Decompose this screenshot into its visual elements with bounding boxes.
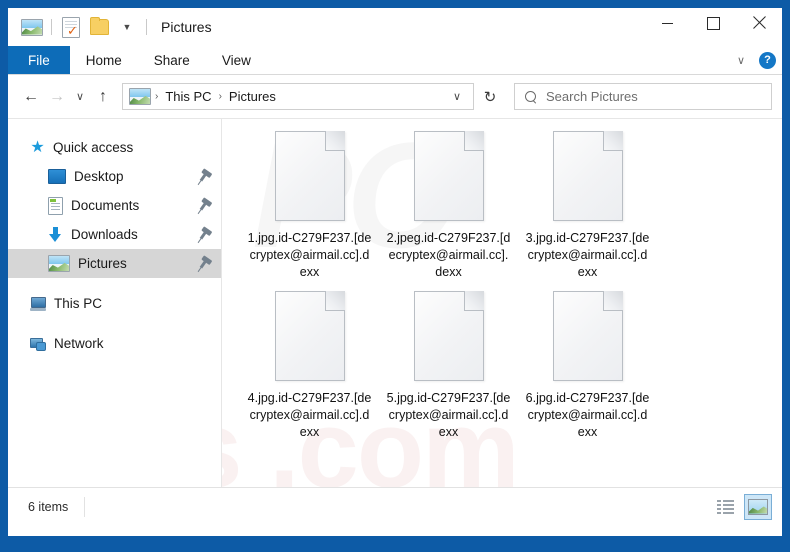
picture-icon[interactable] xyxy=(18,14,46,40)
pin-icon[interactable] xyxy=(199,258,208,269)
details-view-button[interactable] xyxy=(712,495,738,519)
minimize-button[interactable] xyxy=(644,8,690,38)
blank-file-icon xyxy=(552,291,623,381)
ribbon-right-controls: ∨ ? xyxy=(731,46,776,74)
address-chevron-down-icon[interactable]: ∨ xyxy=(445,90,469,103)
file-item[interactable]: 5.jpg.id-C279F237.[decryptex@airmail.cc]… xyxy=(379,291,518,441)
blank-file-icon xyxy=(413,131,484,221)
ribbon-tabs: File Home Share View ∨ ? xyxy=(8,46,782,75)
sidebar-item-label: Network xyxy=(54,336,104,351)
file-item[interactable]: 4.jpg.id-C279F237.[decryptex@airmail.cc]… xyxy=(240,291,379,441)
status-divider xyxy=(84,496,86,517)
navigation-pane: ★ Quick access Desktop Documents Downloa… xyxy=(8,119,221,487)
forward-button[interactable]: → xyxy=(44,84,70,110)
toolbar-divider-2 xyxy=(146,19,147,35)
address-picture-icon xyxy=(129,88,151,105)
file-item[interactable]: 3.jpg.id-C279F237.[decryptex@airmail.cc]… xyxy=(518,131,657,281)
window-title: Pictures xyxy=(161,19,212,35)
documents-icon xyxy=(48,196,63,215)
sidebar-item-label: Downloads xyxy=(71,227,138,242)
file-list-pane[interactable]: PC ris .com 1.jpg.id-C279F237.[decryptex… xyxy=(221,119,782,487)
help-icon[interactable]: ? xyxy=(759,51,776,69)
breadcrumb-pictures[interactable]: Pictures xyxy=(226,89,279,104)
file-item[interactable]: 6.jpg.id-C279F237.[decryptex@airmail.cc]… xyxy=(518,291,657,441)
blank-file-icon xyxy=(552,131,623,221)
network-icon xyxy=(30,337,46,351)
blank-file-icon xyxy=(413,291,484,381)
file-name: 1.jpg.id-C279F237.[decryptex@airmail.cc]… xyxy=(247,231,372,279)
sidebar-item-label: This PC xyxy=(54,296,103,311)
sidebar-item-quick-access[interactable]: ★ Quick access xyxy=(8,133,221,162)
title-bar: ✓ ▼ Pictures xyxy=(8,8,782,46)
file-name: 3.jpg.id-C279F237.[decryptex@airmail.cc]… xyxy=(525,231,650,279)
pictures-icon xyxy=(48,255,70,272)
item-count-label: 6 items xyxy=(28,499,69,514)
address-bar[interactable]: › This PC › Pictures ∨ xyxy=(122,83,474,110)
main-area: ★ Quick access Desktop Documents Downloa… xyxy=(8,119,782,487)
tab-home[interactable]: Home xyxy=(70,46,138,74)
sidebar-item-desktop[interactable]: Desktop xyxy=(8,162,221,191)
navigation-bar: ← → ∨ ↑ › This PC › Pictures ∨ ↻ Search … xyxy=(8,75,782,119)
file-name: 5.jpg.id-C279F237.[decryptex@airmail.cc]… xyxy=(386,391,511,439)
close-button[interactable] xyxy=(736,8,782,38)
file-grid: 1.jpg.id-C279F237.[decryptex@airmail.cc]… xyxy=(222,119,782,451)
status-bar: 6 items xyxy=(8,487,782,525)
blank-file-icon xyxy=(274,131,345,221)
chevron-down-icon[interactable]: ∨ xyxy=(731,54,751,67)
sidebar-item-documents[interactable]: Documents xyxy=(8,191,221,220)
downloads-icon xyxy=(48,227,63,242)
new-folder-icon[interactable] xyxy=(85,14,113,40)
file-item[interactable]: 2.jpeg.id-C279F237.[decryptex@airmail.cc… xyxy=(379,131,518,281)
view-mode-buttons xyxy=(712,488,772,525)
search-input[interactable]: Search Pictures xyxy=(514,83,772,110)
this-pc-icon xyxy=(30,296,46,311)
refresh-button[interactable]: ↻ xyxy=(474,83,506,110)
pin-icon[interactable] xyxy=(199,171,208,182)
toolbar-divider xyxy=(51,19,52,35)
star-icon: ★ xyxy=(30,139,45,156)
tab-file[interactable]: File xyxy=(8,46,70,74)
sidebar-item-label: Documents xyxy=(71,198,140,213)
sidebar-item-label: Pictures xyxy=(78,256,127,271)
sidebar-item-label: Quick access xyxy=(53,140,134,155)
file-name: 4.jpg.id-C279F237.[decryptex@airmail.cc]… xyxy=(247,391,372,439)
breadcrumb-this-pc[interactable]: This PC xyxy=(162,89,214,104)
maximize-button[interactable] xyxy=(690,8,736,38)
file-item[interactable]: 1.jpg.id-C279F237.[decryptex@airmail.cc]… xyxy=(240,131,379,281)
file-name: 6.jpg.id-C279F237.[decryptex@airmail.cc]… xyxy=(525,391,650,439)
search-placeholder: Search Pictures xyxy=(546,89,638,104)
pin-icon[interactable] xyxy=(199,229,208,240)
sidebar-item-this-pc[interactable]: This PC xyxy=(8,289,221,318)
properties-icon[interactable]: ✓ xyxy=(57,14,85,40)
breadcrumb-separator-1: › xyxy=(155,91,159,102)
explorer-window: ✓ ▼ Pictures File Home Share View ∨ ? ← … xyxy=(8,8,782,536)
search-icon xyxy=(522,88,539,105)
file-name: 2.jpeg.id-C279F237.[decryptex@airmail.cc… xyxy=(386,231,511,279)
breadcrumb-separator-2: › xyxy=(218,91,222,102)
quick-access-toolbar: ✓ ▼ Pictures xyxy=(8,14,212,40)
desktop-icon xyxy=(48,169,66,184)
sidebar-item-label: Desktop xyxy=(74,169,124,184)
pin-icon[interactable] xyxy=(199,200,208,211)
back-button[interactable]: ← xyxy=(18,84,44,110)
customize-chevron-icon[interactable]: ▼ xyxy=(113,14,141,40)
sidebar-item-network[interactable]: Network xyxy=(8,329,221,358)
recent-locations-chevron-icon[interactable]: ∨ xyxy=(70,84,90,110)
tab-share[interactable]: Share xyxy=(138,46,206,74)
up-button[interactable]: ↑ xyxy=(90,84,116,110)
sidebar-item-downloads[interactable]: Downloads xyxy=(8,220,221,249)
large-icons-view-button[interactable] xyxy=(744,493,772,520)
tab-view[interactable]: View xyxy=(206,46,267,74)
sidebar-item-pictures[interactable]: Pictures xyxy=(8,249,221,278)
window-controls xyxy=(644,8,782,38)
blank-file-icon xyxy=(274,291,345,381)
